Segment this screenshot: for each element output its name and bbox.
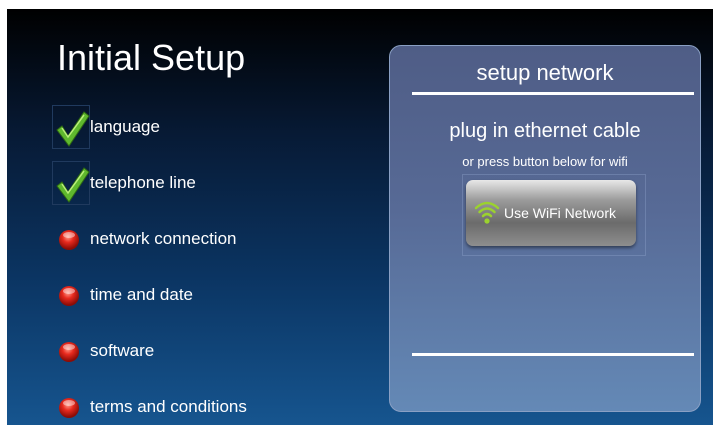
divider-top — [412, 92, 694, 95]
setup-network-panel: setup network plug in ethernet cable or … — [389, 45, 701, 412]
step-label: software — [90, 341, 155, 360]
wifi-button-label: Use WiFi Network — [504, 205, 617, 221]
step-telephone-line: telephone line — [52, 161, 372, 205]
step-label: language — [90, 117, 160, 136]
step-software: software — [52, 329, 372, 373]
setup-steps-list: language telephone line network connecti… — [52, 91, 382, 421]
page-title: Initial Setup — [57, 37, 246, 78]
red-dot-icon — [52, 385, 90, 425]
checkmark-icon — [52, 161, 90, 205]
step-label: telephone line — [90, 173, 196, 192]
checkmark-icon — [52, 105, 90, 149]
panel-instruction: plug in ethernet cable — [449, 120, 641, 142]
red-dot-icon — [52, 329, 90, 373]
step-label: network connection — [90, 229, 237, 248]
step-label: terms and conditions — [90, 397, 247, 416]
red-dot-icon — [52, 273, 90, 317]
divider-bottom — [412, 353, 694, 356]
step-label: time and date — [90, 285, 194, 304]
step-network-connection: network connection — [52, 217, 372, 261]
setup-screen: Initial Setup language telephone line ne… — [7, 9, 713, 425]
red-dot-icon — [52, 217, 90, 261]
panel-title: setup network — [476, 60, 614, 85]
step-language: language — [52, 105, 372, 149]
step-terms-and-conditions: terms and conditions — [52, 385, 372, 425]
panel-hint: or press button below for wifi — [462, 154, 628, 169]
step-time-and-date: time and date — [52, 273, 372, 317]
use-wifi-network-button[interactable]: Use WiFi Network — [466, 180, 636, 246]
wifi-icon — [474, 201, 500, 224]
